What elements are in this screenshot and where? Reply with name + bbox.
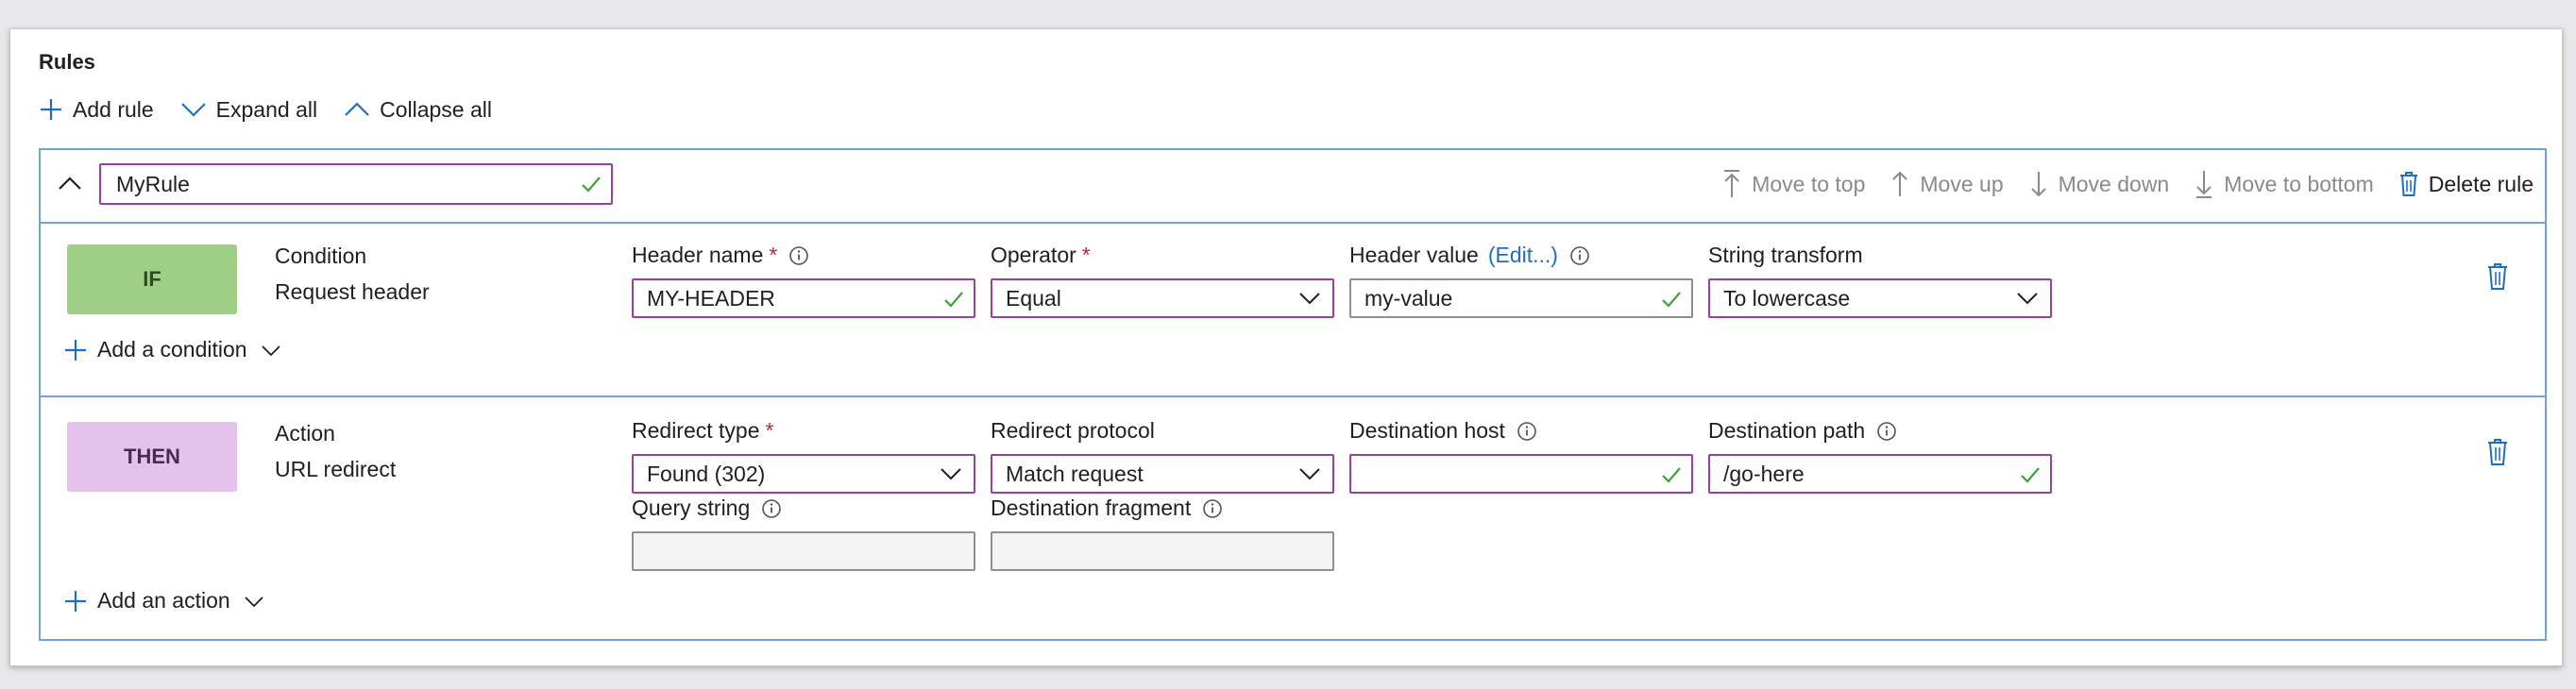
delete-rule-button[interactable]: Delete rule [2398, 170, 2534, 198]
rule-header: MyRule Move to top Move up Move down Mov… [41, 150, 2545, 224]
collapse-all-label: Collapse all [380, 96, 492, 122]
move-down-label: Move down [2058, 171, 2170, 196]
check-icon [581, 175, 602, 193]
required-mark: * [1081, 243, 1091, 267]
redirect-protocol-select[interactable]: Match request [991, 454, 1334, 494]
add-action-label: Add an action [97, 588, 230, 613]
info-icon[interactable] [1569, 245, 1590, 266]
collapse-all-button[interactable]: Collapse all [344, 97, 492, 123]
arrow-up-icon [1890, 170, 1910, 198]
destination-path-value: /go-here [1723, 461, 1805, 486]
add-action-button[interactable]: Add an action [63, 588, 264, 613]
rules-panel: Rules Add rule Expand all Collapse all M… [9, 28, 2563, 666]
destination-fragment-input[interactable] [991, 531, 1334, 571]
redirect-protocol-label: Redirect protocol [991, 418, 1155, 443]
page-title: Rules [39, 50, 95, 74]
chevron-down-icon [180, 101, 207, 118]
redirect-protocol-value: Match request [1006, 461, 1144, 486]
chevron-down-icon [940, 466, 962, 481]
condition-type-value: Request header [275, 279, 430, 304]
plus-icon [63, 589, 88, 613]
check-icon [1661, 465, 1682, 484]
rule-name-value: MyRule [116, 171, 190, 196]
required-mark: * [765, 418, 774, 443]
delete-rule-label: Delete rule [2428, 171, 2534, 196]
chevron-up-icon [344, 101, 370, 118]
header-name-label: Header name * [632, 243, 809, 268]
action-type-label: Action [275, 421, 335, 445]
move-up-button[interactable]: Move up [1890, 170, 2004, 198]
rule-name-input[interactable]: MyRule [99, 163, 613, 205]
destination-host-label: Destination host [1349, 418, 1537, 444]
destination-path-label: Destination path [1708, 418, 1897, 444]
add-rule-button[interactable]: Add rule [39, 97, 154, 123]
query-string-input[interactable] [632, 531, 975, 571]
edit-link[interactable]: (Edit...) [1488, 243, 1558, 268]
move-up-label: Move up [1920, 171, 2004, 196]
if-badge: IF [67, 244, 237, 314]
move-to-top-icon [1721, 169, 1742, 199]
action-type-value: URL redirect [275, 457, 397, 481]
plus-icon [63, 338, 88, 362]
move-to-bottom-button[interactable]: Move to bottom [2194, 169, 2374, 199]
check-icon [2020, 465, 2041, 484]
move-to-top-button[interactable]: Move to top [1721, 169, 1865, 199]
info-icon[interactable] [761, 498, 782, 519]
redirect-type-label: Redirect type * [632, 418, 774, 443]
add-condition-label: Add a condition [97, 337, 247, 361]
rules-toolbar: Add rule Expand all Collapse all [39, 93, 492, 126]
required-mark: * [769, 243, 778, 267]
chevron-down-icon [1298, 466, 1321, 481]
header-name-input[interactable]: MY-HEADER [632, 278, 975, 318]
delete-action-trash-icon[interactable] [2486, 437, 2509, 467]
check-icon [1661, 290, 1682, 309]
then-badge: THEN [67, 422, 237, 492]
arrow-down-icon [2028, 170, 2049, 198]
header-value-input[interactable]: my-value [1349, 278, 1693, 318]
plus-icon [39, 97, 63, 122]
expand-all-label: Expand all [215, 96, 318, 122]
add-condition-button[interactable]: Add a condition [63, 337, 281, 362]
info-icon[interactable] [1202, 498, 1223, 519]
move-to-bottom-icon [2194, 169, 2214, 199]
expand-all-button[interactable]: Expand all [180, 97, 317, 123]
add-rule-label: Add rule [73, 96, 154, 122]
chevron-down-icon [1298, 291, 1321, 306]
condition-section: IF Condition Request header Header name … [41, 224, 2545, 397]
operator-label: Operator * [991, 243, 1091, 267]
header-value-value: my-value [1364, 285, 1453, 311]
move-to-top-label: Move to top [1752, 171, 1866, 196]
header-name-value: MY-HEADER [647, 285, 775, 311]
move-to-bottom-label: Move to bottom [2224, 171, 2374, 196]
chevron-down-icon [261, 344, 281, 357]
rule-card: MyRule Move to top Move up Move down Mov… [39, 148, 2547, 641]
move-down-button[interactable]: Move down [2028, 170, 2170, 198]
destination-path-input[interactable]: /go-here [1708, 454, 2052, 494]
condition-type-label: Condition [275, 244, 367, 268]
operator-select[interactable]: Equal [991, 278, 1334, 318]
header-value-label: Header value (Edit...) [1349, 243, 1590, 268]
collapse-rule-chevron-icon[interactable] [58, 175, 82, 192]
string-transform-value: To lowercase [1723, 285, 1851, 311]
destination-fragment-label: Destination fragment [991, 496, 1223, 521]
operator-value: Equal [1006, 285, 1061, 311]
info-icon[interactable] [1876, 421, 1897, 442]
redirect-type-select[interactable]: Found (302) [632, 454, 975, 494]
info-icon[interactable] [1517, 421, 1537, 442]
check-icon [943, 290, 964, 309]
query-string-label: Query string [632, 496, 782, 521]
rule-actions: Move to top Move up Move down Move to bo… [1721, 165, 2534, 203]
info-icon[interactable] [788, 245, 809, 266]
chevron-down-icon [244, 595, 264, 608]
chevron-down-icon [2016, 291, 2039, 306]
trash-icon [2398, 170, 2419, 198]
delete-condition-trash-icon[interactable] [2486, 261, 2509, 292]
string-transform-label: String transform [1708, 243, 1863, 267]
redirect-type-value: Found (302) [647, 461, 766, 486]
action-section: THEN Action URL redirect Redirect type *… [41, 397, 2545, 641]
destination-host-input[interactable] [1349, 454, 1693, 494]
string-transform-select[interactable]: To lowercase [1708, 278, 2052, 318]
